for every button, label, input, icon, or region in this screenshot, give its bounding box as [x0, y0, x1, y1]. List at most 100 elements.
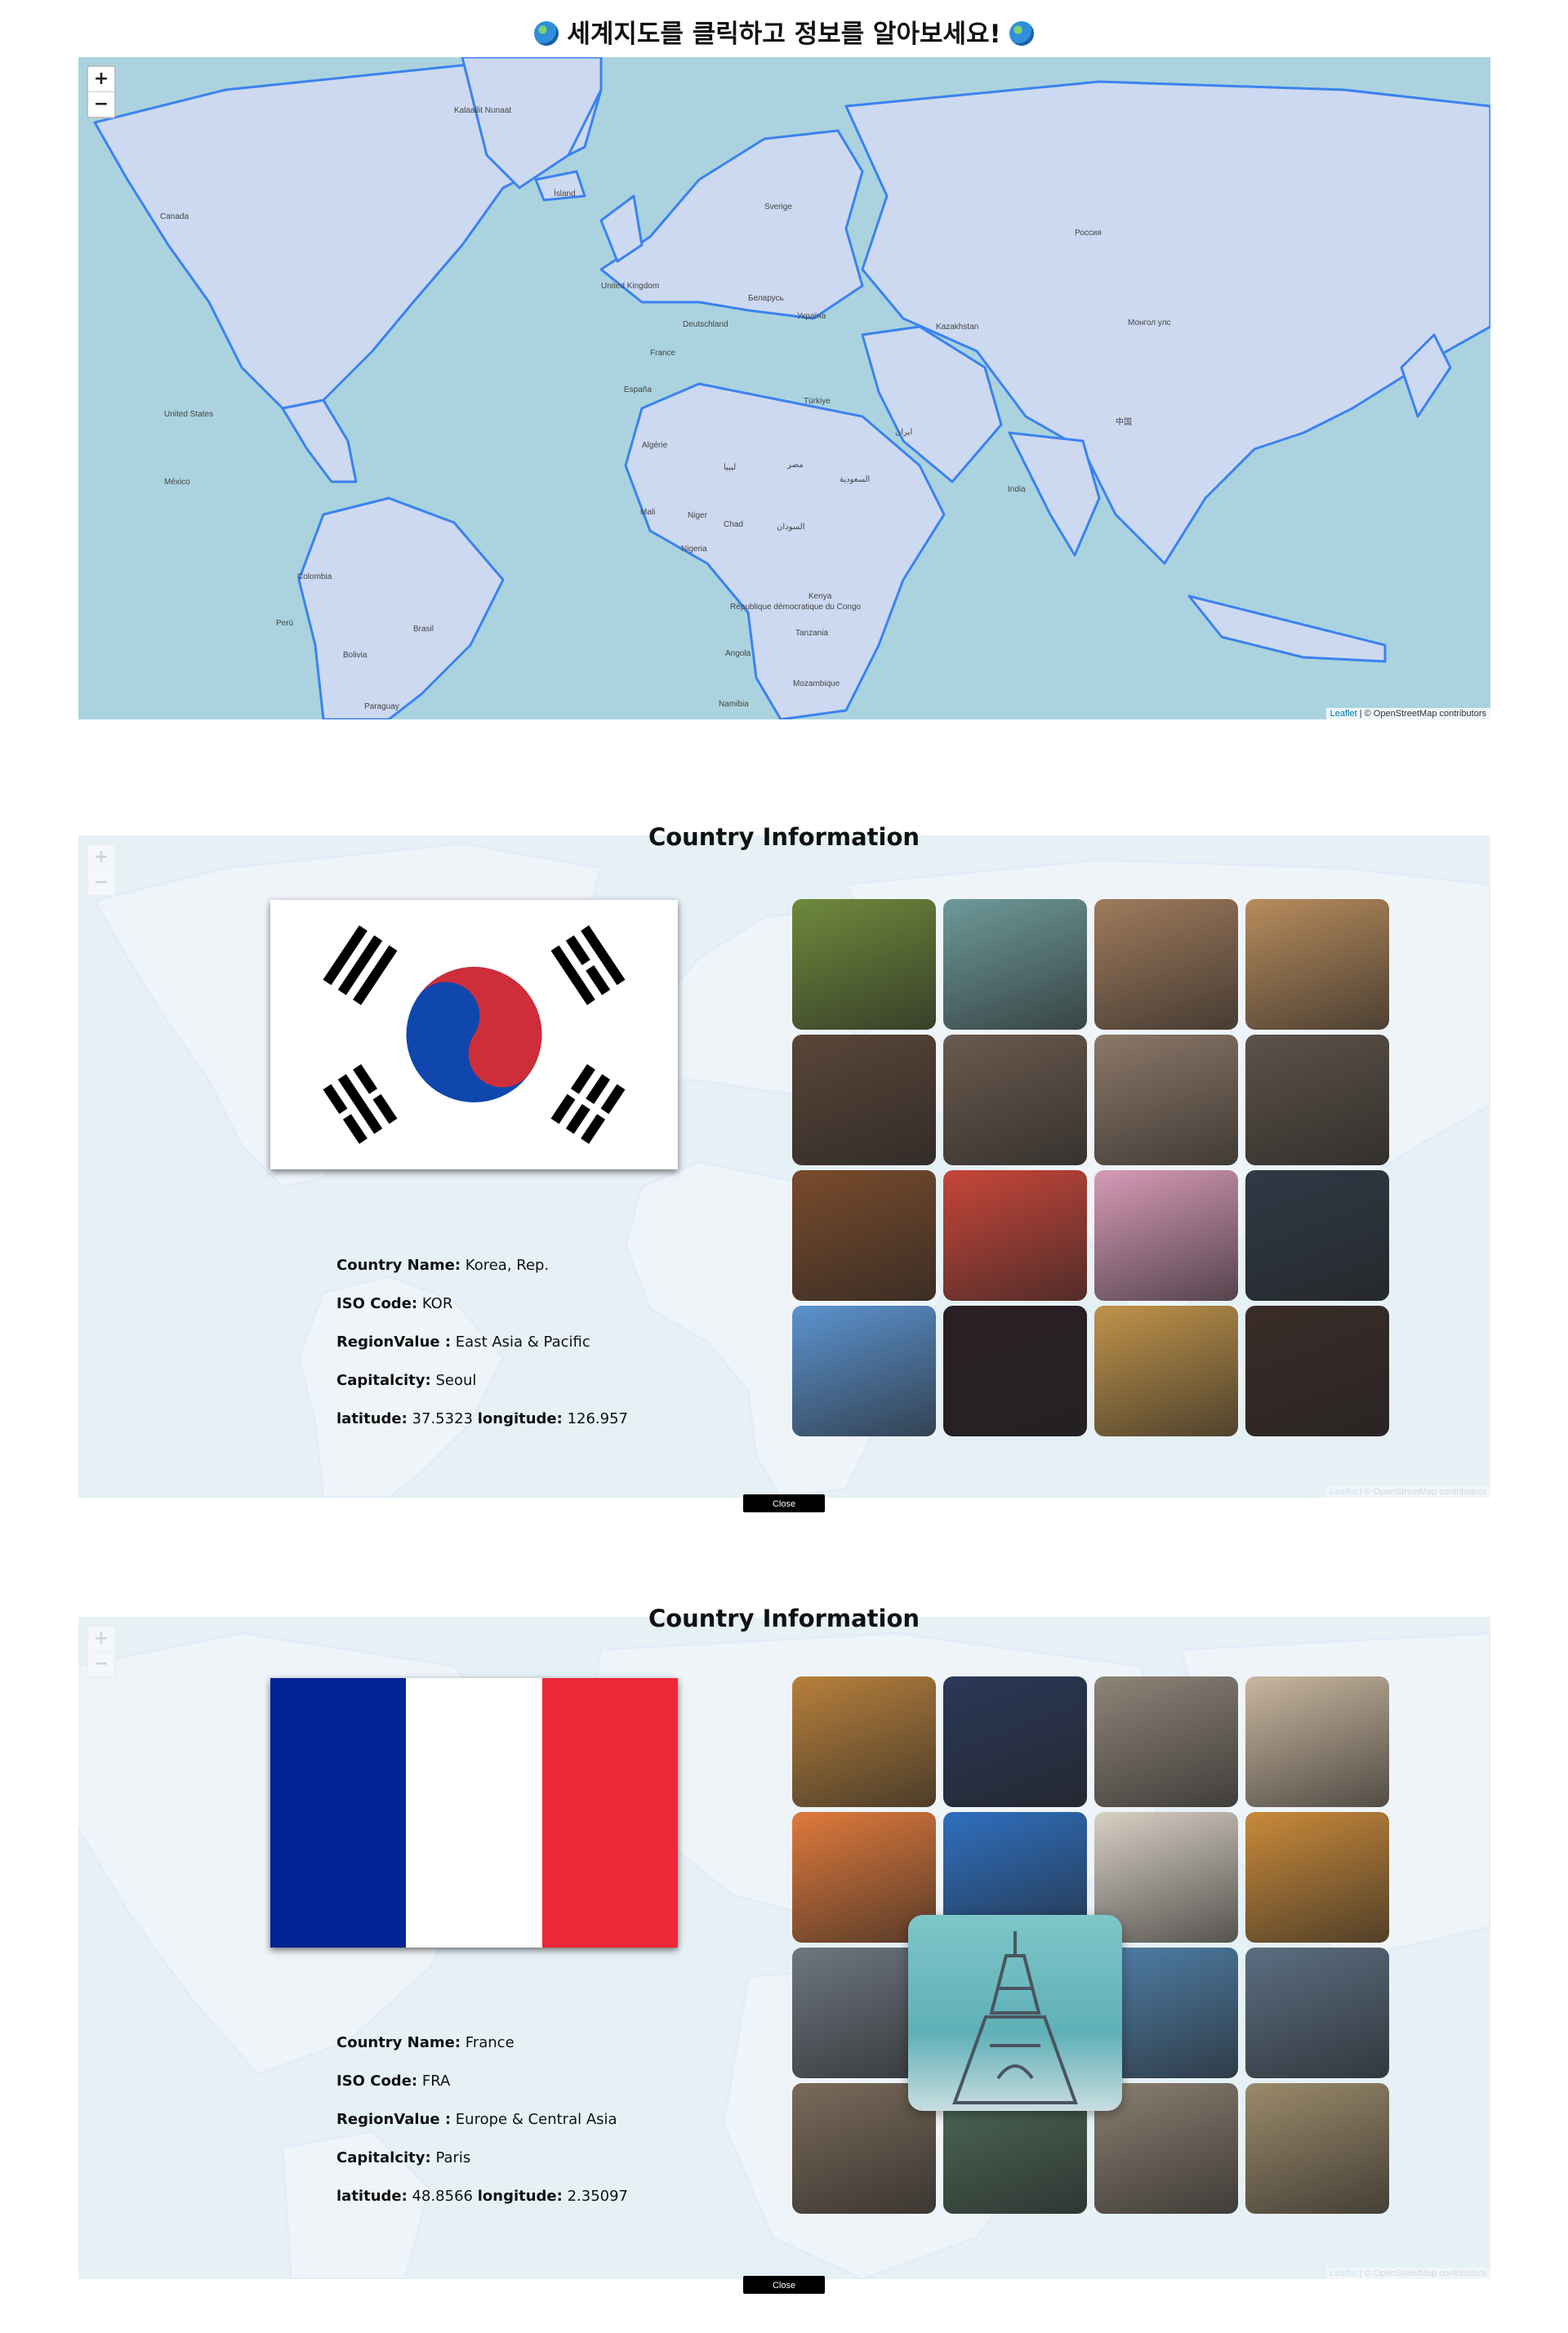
photo-hanok-rooftops[interactable] — [1094, 899, 1238, 1030]
photo-bukchon-street[interactable] — [1245, 1035, 1389, 1165]
map-label: España — [624, 385, 652, 394]
capital-label: Capitalcity: — [336, 1372, 431, 1389]
photo-hanok-street-fog[interactable] — [1094, 1035, 1238, 1165]
map-label: India — [1008, 485, 1026, 494]
map-label: Angola — [725, 649, 751, 658]
photo-rainy-street-night[interactable] — [1245, 1170, 1389, 1301]
map-label: Colombia — [297, 572, 332, 581]
map-label: ایران — [895, 428, 913, 437]
capital-label: Capitalcity: — [336, 2149, 431, 2166]
capital-value: Paris — [435, 2149, 471, 2166]
map-label: السعودية — [840, 475, 871, 484]
iso-label: ISO Code: — [336, 1295, 418, 1312]
country-info-text: Country Name: France ISO Code: FRA Regio… — [336, 2024, 628, 2215]
map-label: Монгол улс — [1128, 318, 1171, 327]
photo-hanok-alley[interactable] — [943, 1035, 1087, 1165]
photo-namsan-tower[interactable] — [792, 1306, 936, 1436]
map-label: Chad — [724, 520, 743, 529]
leaflet-link[interactable]: Leaflet — [1330, 709, 1357, 719]
osm-attribution: | © OpenStreetMap contributors — [1356, 709, 1486, 719]
map-label: مصر — [787, 461, 804, 470]
map-label: Deutschland — [683, 320, 728, 329]
photo-shop-doorway[interactable] — [792, 1170, 936, 1301]
photo-louvre-pyramid-night[interactable] — [792, 1676, 936, 1807]
map-label: Kenya — [808, 592, 832, 601]
map-label: Niger — [688, 511, 707, 520]
map-label: Brasil — [413, 625, 434, 634]
map-label: Россия — [1075, 229, 1102, 238]
globe-icon — [534, 20, 559, 46]
flag-france — [270, 1678, 678, 1948]
map-label: Ísland — [554, 189, 576, 198]
map-label: Kalaallit Nunaat — [454, 106, 512, 115]
longitude-value: 126.957 — [567, 1410, 629, 1427]
world-map[interactable]: + − Kalaallit Nunaat Canada Россия United S… — [78, 57, 1490, 719]
photo-windmill-field[interactable] — [1094, 1306, 1238, 1436]
close-button[interactable]: Close — [743, 2276, 825, 2294]
map-label: Bolivia — [343, 651, 368, 660]
map-label: Kazakhstan — [936, 323, 979, 332]
iso-row: ISO Code: KOR — [336, 1284, 628, 1323]
country-name-value: France — [465, 2034, 514, 2051]
zoom-out-button[interactable]: − — [88, 92, 114, 117]
country-name-label: Country Name: — [336, 1257, 461, 1274]
map-label: Беларусь — [748, 294, 784, 303]
map-label: Mozambique — [793, 679, 840, 688]
photo-metro-sign[interactable] — [1245, 1676, 1389, 1807]
page-title: 세계지도를 클릭하고 정보를 알아보세요! — [0, 11, 1568, 57]
map-label: Nigeria — [681, 545, 707, 554]
map-label: Tanzania — [795, 629, 829, 638]
photo-eiffel-night[interactable] — [943, 1676, 1087, 1807]
map-label: ليبيا — [724, 463, 737, 472]
globe-icon — [1009, 20, 1034, 46]
coords-row: latitude: 48.8566 longitude: 2.35097 — [336, 2177, 628, 2215]
photo-eiffel-river[interactable] — [1245, 2083, 1389, 2214]
longitude-value: 2.35097 — [567, 2188, 629, 2205]
region-row: RegionValue : Europe & Central Asia — [336, 2100, 628, 2139]
photo-eiffel-seine[interactable] — [1245, 1948, 1389, 2078]
latitude-value: 37.5323 — [412, 1410, 473, 1427]
photo-bare-tree-pavilion[interactable] — [943, 899, 1087, 1030]
photo-temple-garden[interactable] — [792, 899, 936, 1030]
flag-korea — [270, 900, 678, 1169]
map-attribution: Leaflet | © OpenStreetMap contributors — [1325, 708, 1490, 719]
region-row: RegionValue : East Asia & Pacific — [336, 1323, 628, 1361]
enlarged-photo[interactable] — [908, 1915, 1122, 2111]
latitude-label: latitude: — [336, 1410, 408, 1427]
photo-night-market[interactable] — [1245, 1306, 1389, 1436]
map-label: Mali — [640, 508, 656, 517]
region-label: RegionValue : — [336, 1333, 452, 1351]
close-button[interactable]: Close — [743, 1494, 825, 1512]
region-value: East Asia & Pacific — [455, 1333, 590, 1351]
photo-grid — [792, 899, 1389, 1436]
photo-croissants[interactable] — [1245, 1812, 1389, 1943]
zoom-in-button[interactable]: + — [88, 67, 114, 92]
photo-cosmos-flowers[interactable] — [1094, 1170, 1238, 1301]
map-label: Україна — [797, 312, 826, 321]
longitude-label: longitude: — [477, 1410, 563, 1427]
photo-neon-street[interactable] — [943, 1306, 1087, 1436]
iso-label: ISO Code: — [336, 2073, 418, 2090]
country-name-label: Country Name: — [336, 2034, 461, 2051]
country-name-row: Country Name: France — [336, 2024, 628, 2062]
latitude-value: 48.8566 — [412, 2188, 473, 2205]
photo-hillside-village[interactable] — [1245, 899, 1389, 1030]
map-label: United States — [164, 410, 214, 419]
photo-paris-street[interactable] — [1094, 1676, 1238, 1807]
country-info-text: Country Name: Korea, Rep. ISO Code: KOR … — [336, 1246, 628, 1438]
photo-alley-sunlight[interactable] — [792, 1035, 936, 1165]
capital-value: Seoul — [435, 1372, 477, 1389]
map-label: السودان — [777, 523, 805, 532]
page-title-text: 세계지도를 클릭하고 정보를 알아보세요! — [567, 20, 1001, 49]
map-label: France — [650, 349, 676, 358]
iso-value: KOR — [421, 1295, 453, 1312]
map-label: Namibia — [719, 700, 749, 709]
map-label: México — [164, 478, 190, 487]
region-label: RegionValue : — [336, 2111, 452, 2128]
map-label: Canada — [160, 212, 189, 221]
map-label: Perú — [276, 619, 294, 628]
photo-street-vending[interactable] — [943, 1170, 1087, 1301]
map-label: Türkiye — [804, 397, 831, 406]
iso-value: FRA — [421, 2073, 451, 2090]
map-label: Algérie — [642, 441, 668, 450]
